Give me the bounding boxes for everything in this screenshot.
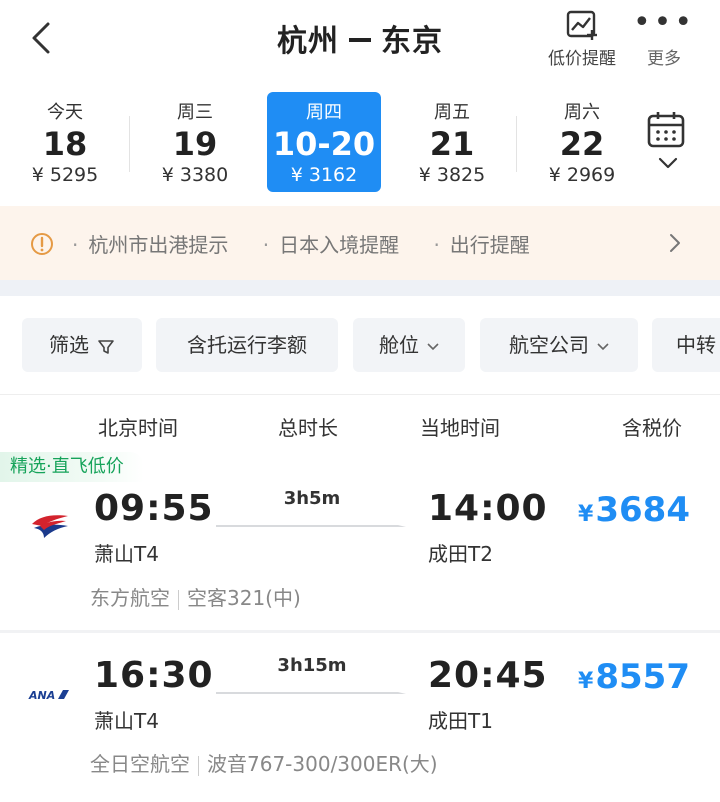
date-price: ¥ 3162 [290,164,358,186]
chevron-down-icon [597,342,609,350]
date-selector: 今天 18 ¥ 5295 周三 19 ¥ 3380 周四 10-20 ¥ 316… [0,86,720,198]
chevron-right-icon[interactable] [668,232,682,254]
date-price: ¥ 5295 [31,164,99,186]
ana-logo-mark: ANA [28,689,69,702]
date-option-today[interactable]: 今天 18 ¥ 5295 [0,92,130,192]
departure-time: 16:30 [94,655,214,696]
more-button[interactable]: ••• 更多 [632,5,696,70]
price-value: 8557 [595,657,690,697]
filter-airline[interactable]: 航空公司 [480,318,638,372]
more-dots-icon: ••• [632,5,696,40]
date-option-fri[interactable]: 周五 21 ¥ 3825 [387,92,517,192]
flight-duration: 3h5m [283,488,341,509]
flight-duration: 3h15m [277,655,347,676]
flight-meta: 东方航空 空客321(中) [90,582,301,611]
notice-item[interactable]: 杭州市出港提示 [72,233,228,257]
calendar-icon[interactable] [646,110,686,150]
column-local-time: 当地时间 [420,416,500,440]
currency-symbol: ¥ [578,669,594,694]
origin-city: 杭州 [277,24,339,59]
divider [198,755,199,776]
featured-badge: 精选·直飞低价 [0,452,144,482]
column-price-incl-tax: 含税价 [622,416,682,440]
chevron-down-icon[interactable] [658,156,678,170]
ana-logo-text: ANA [28,689,55,702]
arrival-airport: 成田T1 [428,709,493,733]
more-label: 更多 [647,49,681,69]
arrival-airport: 成田T2 [428,542,493,566]
filter-label: 舱位 [379,333,419,357]
departure-airport: 萧山T4 [94,542,159,566]
departure-time: 09:55 [94,488,214,529]
chevron-down-icon [427,342,439,350]
info-icon [31,233,53,255]
filter-transfer[interactable]: 中转 [652,318,720,372]
date-price: ¥ 3825 [418,164,486,186]
low-price-alert-button[interactable]: 低价提醒 [540,8,624,69]
date-price: ¥ 3380 [161,164,229,186]
ana-logo: ANA [28,685,70,705]
flight-price: ¥3684 [510,490,690,530]
airline-name: 东方航空 [90,586,170,610]
departure-airport: 萧山T4 [94,709,159,733]
date-day: 18 [42,125,88,163]
date-day: 10-20 [272,125,376,163]
flight-price: ¥8557 [510,657,690,697]
filter-label: 中转 [676,333,716,357]
date-option-wed[interactable]: 周三 19 ¥ 3380 [130,92,260,192]
funnel-icon [98,339,114,354]
filter-cabin[interactable]: 舱位 [353,318,465,372]
notice-items: 杭州市出港提示 日本入境提醒 出行提醒 [72,229,558,258]
aircraft-type: 波音767-300/300ER(大) [207,752,438,776]
price-chart-alert-icon [566,10,597,40]
aircraft-type: 空客321(中) [187,586,301,610]
destination-city: 东京 [381,24,443,59]
flight-meta: 全日空航空 波音767-300/300ER(大) [90,748,438,777]
date-weekday: 周三 [177,102,213,123]
flight-path-line [216,525,406,527]
date-weekday: 周五 [434,102,470,123]
section-gap [0,280,720,296]
flight-path-line [216,692,406,694]
column-beijing-time: 北京时间 [98,416,178,440]
date-weekday: 今天 [47,102,83,123]
date-day: 21 [429,125,475,163]
date-option-thu-selected[interactable]: 周四 10-20 ¥ 3162 [267,92,381,192]
notice-item[interactable]: 日本入境提醒 [263,233,399,257]
china-eastern-logo [32,515,68,538]
column-duration: 总时长 [278,416,338,440]
low-price-alert-label: 低价提醒 [548,49,616,69]
airline-name: 全日空航空 [90,752,190,776]
date-day: 19 [172,125,218,163]
filter-label: 含托运行李额 [187,333,307,357]
notice-item[interactable]: 出行提醒 [433,233,529,257]
currency-symbol: ¥ [578,502,594,527]
price-value: 3684 [595,490,690,530]
filter-label: 筛选 [49,333,89,357]
filter-button[interactable]: 筛选 [22,318,142,372]
filter-label: 航空公司 [509,333,589,357]
date-weekday: 周四 [306,102,342,123]
route-dash [349,37,371,42]
divider [178,589,179,610]
filter-checked-baggage[interactable]: 含托运行李额 [156,318,338,372]
